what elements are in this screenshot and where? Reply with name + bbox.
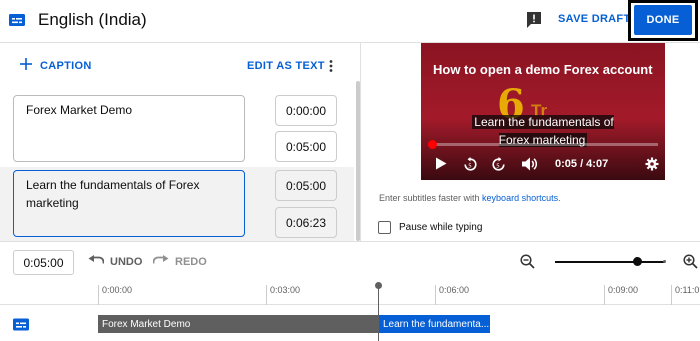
editor-header: English (India) SAVE DRAFT DONE — [0, 0, 700, 43]
redo-label: REDO — [175, 255, 207, 268]
caption-segment[interactable]: Forex Market Demo — [98, 315, 378, 333]
forward-5s-icon[interactable]: 5 — [491, 157, 506, 177]
zoom-out-icon[interactable] — [520, 254, 535, 274]
keyboard-shortcuts-hint: Enter subtitles faster with keyboard sho… — [379, 193, 561, 203]
caption-editor-panel: CAPTION EDIT AS TEXT Forex Market Demo 0… — [0, 43, 361, 241]
progress-bar[interactable] — [428, 143, 658, 146]
playhead-line[interactable] — [378, 284, 379, 341]
undo-button[interactable]: UNDO — [88, 255, 142, 268]
undo-label: UNDO — [110, 255, 143, 268]
ruler-tick: 0:03:00 — [266, 285, 300, 305]
pause-while-typing-checkbox[interactable] — [378, 221, 391, 234]
done-button[interactable]: DONE — [634, 5, 692, 35]
timeline-ruler[interactable]: 0:00:00 0:03:00 0:06:00 0:09:00 0:11:0 — [0, 281, 700, 305]
zoom-slider-handle[interactable] — [633, 257, 642, 266]
cue-start-time[interactable]: 0:05:00 — [275, 170, 337, 201]
caption-cue-row: Forex Market Demo 0:00:00 0:05:00 — [0, 91, 354, 167]
ruler-tick: 0:09:00 — [604, 285, 638, 305]
time-readout: 0:05 / 4:07 — [555, 158, 609, 170]
cue-list-scrollbar[interactable] — [356, 81, 360, 241]
zoom-slider-track[interactable] — [555, 261, 665, 263]
plus-icon — [20, 58, 32, 73]
preview-panel: How to open a demo Forex account 6 Tr Le… — [362, 43, 700, 241]
svg-text:5: 5 — [496, 164, 500, 170]
caption-segment-selected[interactable]: Learn the fundamenta... — [379, 315, 490, 333]
ruler-tick: 0:11:0 — [671, 285, 699, 305]
video-frame-title: How to open a demo Forex account — [433, 62, 653, 77]
add-caption-button[interactable]: CAPTION — [20, 58, 92, 73]
feedback-icon[interactable] — [526, 11, 542, 34]
cue-start-time[interactable]: 0:00:00 — [275, 95, 337, 126]
settings-gear-icon[interactable] — [645, 157, 659, 176]
subtitles-icon — [9, 13, 25, 32]
redo-button[interactable]: REDO — [152, 255, 207, 268]
ruler-tick: 0:00:00 — [98, 285, 132, 305]
timeline-toolbar: 0:05:00 UNDO REDO — [0, 241, 700, 281]
video-player[interactable]: How to open a demo Forex account 6 Tr Le… — [421, 43, 665, 180]
keyboard-shortcuts-link[interactable]: keyboard shortcuts — [482, 193, 558, 203]
redo-icon — [152, 255, 169, 268]
current-time-field[interactable]: 0:05:00 — [13, 250, 74, 275]
zoom-slider-end — [663, 260, 666, 263]
add-caption-label: CAPTION — [40, 59, 92, 72]
caption-cue-row-selected: Learn the fundamentals of Forex marketin… — [0, 167, 354, 241]
hint-suffix: . — [558, 193, 561, 203]
hint-prefix: Enter subtitles faster with — [379, 193, 483, 203]
cue-end-time[interactable]: 0:05:00 — [275, 131, 337, 162]
volume-icon[interactable] — [522, 157, 538, 176]
pause-while-typing-label: Pause while typing — [399, 222, 483, 233]
page-title: English (India) — [38, 10, 147, 29]
ruler-tick: 0:06:00 — [435, 285, 469, 305]
undo-icon — [88, 255, 105, 268]
pause-while-typing-option[interactable]: Pause while typing — [378, 221, 482, 234]
cue-text-input[interactable]: Forex Market Demo — [13, 95, 245, 162]
subtitles-icon — [13, 318, 29, 336]
edit-as-text-button[interactable]: EDIT AS TEXT — [247, 60, 325, 72]
cue-text-input[interactable]: Learn the fundamentals of Forex marketin… — [13, 170, 245, 237]
play-icon[interactable] — [435, 157, 447, 175]
zoom-in-icon[interactable] — [683, 254, 698, 274]
more-options-icon[interactable] — [328, 59, 334, 78]
caption-track: Forex Market Demo Learn the fundamenta..… — [0, 305, 700, 341]
save-draft-button[interactable]: SAVE DRAFT — [558, 13, 630, 25]
playhead-handle[interactable] — [375, 282, 382, 289]
rewind-5s-icon[interactable]: 5 — [463, 157, 478, 177]
cue-end-time[interactable]: 0:06:23 — [275, 207, 337, 238]
svg-text:5: 5 — [468, 164, 472, 170]
